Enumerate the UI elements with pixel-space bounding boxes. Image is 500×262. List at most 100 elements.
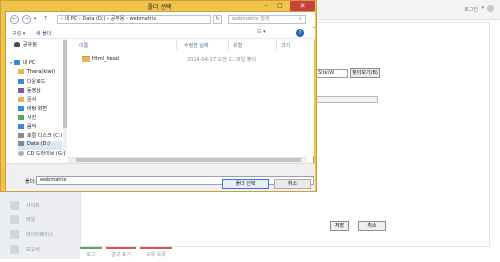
site-icon [10,201,19,210]
column-header-size[interactable]: 크기 [281,42,290,49]
column-divider[interactable] [176,40,177,50]
video-icon [18,88,24,93]
nav-item-label: 음악 [27,124,37,130]
nav-item-desktop[interactable]: 바탕 화면 [18,105,47,114]
nav-item-thera[interactable]: Thera(kiwi) [18,69,55,78]
nav-item-documents[interactable]: 문서 [18,96,36,105]
sidebar-item-files[interactable]: 파일 [8,213,78,227]
help-button[interactable]: ? [296,29,304,37]
column-header-modified[interactable]: 수정한 날짜 [184,42,209,49]
nav-item-downloads[interactable]: 다운로드 [18,78,45,87]
music-icon [18,124,24,129]
arrow-right-icon: → [24,16,29,22]
minimize-button[interactable]: – [259,2,273,10]
nav-item-pictures[interactable]: 사진 [18,114,36,123]
sidebar-item-label: 데이터베이스 [26,232,54,238]
browse-button[interactable]: 찾아보기(B) [350,68,380,78]
dialog-body: ← → ▾ ↑ › 내 PC › Data (D:) › 공부용 › webma… [5,11,315,191]
tab-results[interactable]: 결과 표기 [106,247,136,259]
nav-item-data-d[interactable]: Data (D:) [18,141,62,150]
nav-item-label: 공유됨 [23,42,37,48]
user-icon[interactable] [487,5,494,12]
column-divider[interactable] [276,40,277,50]
select-folder-button[interactable]: 폴더 선택 [222,179,269,189]
bottom-tabs: 로그 결과 표기 오류 목록 [80,247,250,259]
search-input[interactable]: webmatrix 검색 [228,15,306,24]
folder-select-dialog: 폴더 선택 – □ ✕ ← → ▾ ↑ › 내 PC › Data (D:) ›… [0,0,317,192]
folder-name-input[interactable]: webmatrix [36,176,314,185]
column-divider[interactable] [228,40,229,50]
folder-icon [82,56,90,62]
scrollbar-thumb[interactable] [76,158,301,162]
sidebar-item-site[interactable]: 사이트 [8,199,78,213]
scrollbar-thumb[interactable] [63,40,67,128]
sidebar-item-label: 파일 [26,217,36,223]
refresh-button[interactable]: ↻ [213,15,222,24]
download-icon [18,79,24,84]
sidebar-item-reports[interactable]: 보고서 [8,243,78,257]
drive-icon [18,141,24,146]
up-button[interactable]: ↑ [43,15,48,22]
help-icon: ? [298,30,302,36]
sidebar-item-label: 보고서 [26,247,40,253]
close-button[interactable]: ✕ [290,1,315,11]
nav-item-label: 내 PC [22,60,36,66]
column-header-type[interactable]: 유형 [233,42,242,49]
files-icon [10,215,19,224]
organize-button[interactable]: 구성 ▾ [12,30,25,37]
nav-item-local-disk-c[interactable]: 로컬 디스크 (C:) [18,132,62,141]
close-icon: ✕ [299,2,306,10]
file-name[interactable]: Html_head [92,56,119,62]
chevron-down-icon: ▾ [34,16,37,22]
save-button[interactable]: 저장 [330,221,349,231]
maximize-button[interactable]: □ [273,2,287,10]
view-options-button[interactable]: ☷ ▾ [257,29,266,35]
tab-log[interactable]: 로그 [80,247,102,259]
login-link[interactable]: 로그인 [464,6,478,13]
nav-item-this-pc[interactable]: ▾ 내 PC [10,59,35,68]
nav-item-label: Data (D:) [27,141,50,147]
address-bar[interactable]: › 내 PC › Data (D:) › 공부용 › webmatrix [57,15,211,24]
nav-item-label: 문서 [27,97,37,103]
cd-icon [18,151,24,156]
nav-item-label: 바탕 화면 [27,106,47,112]
desktop-icon [18,106,24,111]
nav-item-shared[interactable]: 공유됨 [14,41,37,50]
chevron-down-icon: ▾ [10,60,13,65]
nav-item-label: Thera(kiwi) [27,69,56,75]
sidebar-item-database[interactable]: 데이터베이스 [8,228,78,242]
recent-locations-button[interactable]: ▾ [34,16,37,22]
computer-icon [13,60,20,65]
dialog-cancel-button[interactable]: 취소 [274,179,311,189]
file-modified: 2014-04-17 오전 1... [187,57,237,63]
column-header-name[interactable]: 이름 [79,42,88,49]
back-button[interactable]: ← [10,15,19,24]
app-sidebar: 사이트 파일 데이터베이스 보고서 [0,190,80,259]
nav-item-label: 사진 [27,115,37,121]
database-icon [10,230,19,239]
nav-item-cd-drive[interactable]: CD 드라이브 (G:) [18,150,65,159]
user-icon [14,42,20,47]
nav-item-videos[interactable]: 동영상 [18,87,41,96]
chevron-down-icon[interactable]: ▾ [481,5,484,11]
tab-errors[interactable]: 오류 목록 [140,247,172,259]
reports-icon [10,245,19,254]
cancel-button[interactable]: 취소 [358,221,386,231]
command-bar: 구성 ▾ 새 폴더 ☷ ▾ ? [6,28,315,39]
document-icon [18,97,24,102]
forward-button[interactable]: → [22,15,31,24]
nav-item-label: CD 드라이브 (G:) [27,151,66,157]
nav-item-music[interactable]: 음악 [18,123,36,132]
picture-icon [18,115,24,120]
new-folder-button[interactable]: 새 폴더 [36,30,51,37]
nav-item-label: 로컬 디스크 (C:) [27,133,63,139]
folder-icon [18,69,24,74]
nav-item-label: 다운로드 [27,79,46,85]
nav-item-label: 동영상 [27,88,41,94]
arrow-up-icon: ↑ [43,15,49,22]
folder-label: 폴더: [25,179,36,185]
navigation-bar: ← → ▾ ↑ › 내 PC › Data (D:) › 공부용 › webma… [6,12,315,27]
site-path-input[interactable]: Site\W [315,69,348,78]
view-icon: ☷ ▾ [257,29,266,35]
refresh-icon: ↻ [215,16,220,22]
